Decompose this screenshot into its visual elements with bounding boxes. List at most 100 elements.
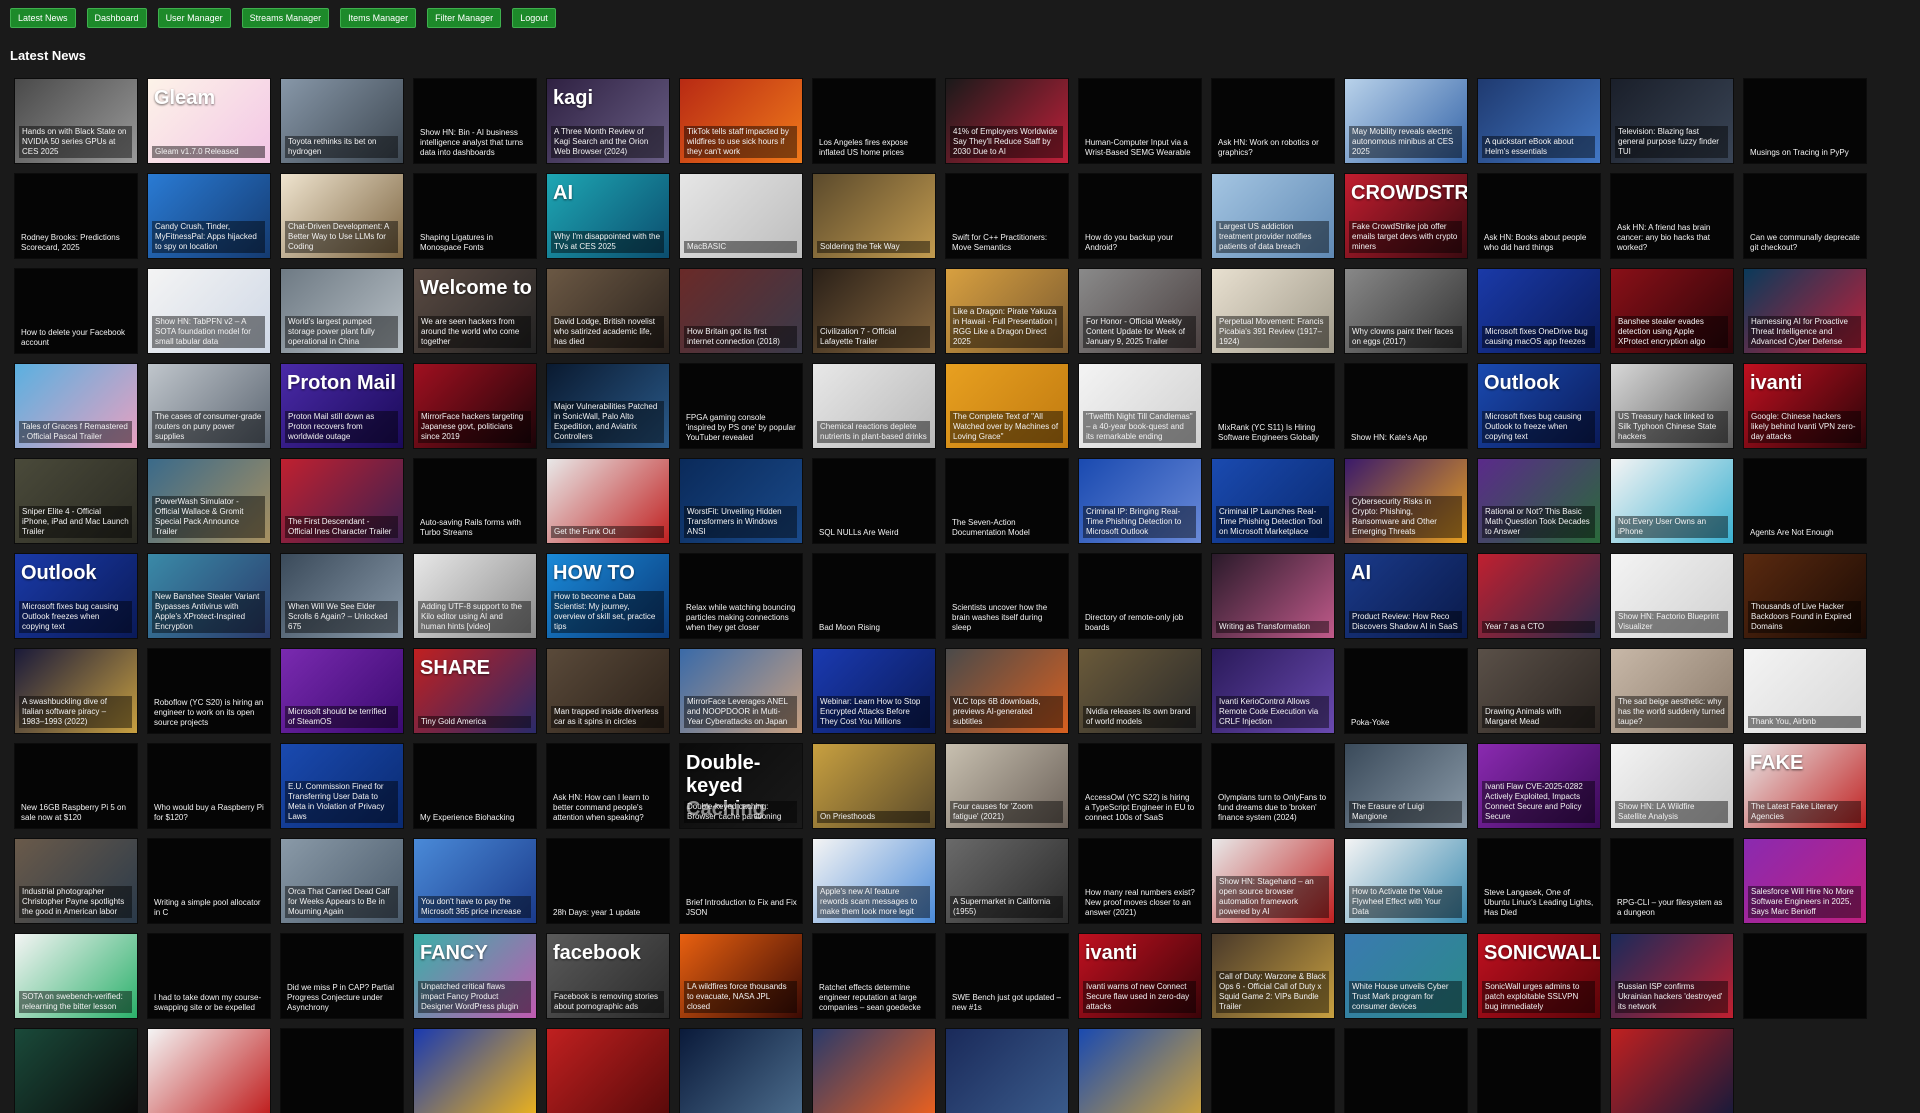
news-card[interactable]: The sad beige aesthetic: why has the wor…	[1610, 648, 1734, 734]
news-card[interactable]: For Honor - Official Weekly Content Upda…	[1078, 268, 1202, 354]
news-card[interactable]	[280, 1028, 404, 1113]
news-card[interactable]: Year 7 as a CTO	[1477, 553, 1601, 639]
news-card[interactable]: SONICWALL SonicWall urges admins to patch…	[1477, 933, 1601, 1019]
news-card[interactable]	[1078, 1028, 1202, 1113]
news-card[interactable]: Bad Moon Rising	[812, 553, 936, 639]
news-card[interactable]: Television: Blazing fast general purpose…	[1610, 78, 1734, 164]
news-card[interactable]: Gleam Gleam v1.7.0 Released	[147, 78, 271, 164]
news-card[interactable]: kagi A Three Month Review of Kagi Search …	[546, 78, 670, 164]
news-card[interactable]: Largest US addiction treatment provider …	[1211, 173, 1335, 259]
news-card[interactable]: Call of Duty: Warzone & Black Ops 6 - Of…	[1211, 933, 1335, 1019]
nav-user-manager-button[interactable]: User Manager	[157, 8, 231, 28]
news-card[interactable]: Four causes for 'Zoom fatigue' (2021)	[945, 743, 1069, 829]
news-card[interactable]: Adding UTF-8 support to the Kilo editor …	[413, 553, 537, 639]
news-card[interactable]: White House unveils Cyber Trust Mark pro…	[1344, 933, 1468, 1019]
news-card[interactable]: Russian ISP confirms Ukrainian hackers '…	[1610, 933, 1734, 1019]
news-card[interactable]: Steve Langasek, One of Ubuntu Linux's Le…	[1477, 838, 1601, 924]
news-card[interactable]	[413, 1028, 537, 1113]
news-card[interactable]: Show HN: Stagehand – an open source brow…	[1211, 838, 1335, 924]
news-card[interactable]	[1743, 933, 1867, 1019]
news-card[interactable]: VLC tops 6B downloads, previews AI-gener…	[945, 648, 1069, 734]
news-card[interactable]: Writing a simple pool allocator in C	[147, 838, 271, 924]
news-card[interactable]: Microsoft should be terrified of SteamOS	[280, 648, 404, 734]
news-card[interactable]: World's largest pumped storage power pla…	[280, 268, 404, 354]
news-card[interactable]: How Britain got its first internet conne…	[679, 268, 803, 354]
news-card[interactable]: The Erasure of Luigi Mangione	[1344, 743, 1468, 829]
news-card[interactable]: Banshee stealer evades detection using A…	[1610, 268, 1734, 354]
news-card[interactable]: Agents Are Not Enough	[1743, 458, 1867, 544]
news-card[interactable]: Sniper Elite 4 - Official iPhone, iPad a…	[14, 458, 138, 544]
news-card[interactable]: TikTok tells staff impacted by wildfires…	[679, 78, 803, 164]
news-card[interactable]: Ivanti Flaw CVE-2025-0282 Actively Explo…	[1477, 743, 1601, 829]
news-card[interactable]: You don't have to pay the Microsoft 365 …	[413, 838, 537, 924]
news-card[interactable]: Harnessing AI for Proactive Threat Intel…	[1743, 268, 1867, 354]
news-card[interactable]: US Treasury hack linked to Silk Typhoon …	[1610, 363, 1734, 449]
news-card[interactable]: 28h Days: year 1 update	[546, 838, 670, 924]
news-card[interactable]: Hands on with Black State on NVIDIA 50 s…	[14, 78, 138, 164]
news-card[interactable]: PowerWash Simulator - Official Wallace &…	[147, 458, 271, 544]
news-card[interactable]: Orca That Carried Dead Calf for Weeks Ap…	[280, 838, 404, 924]
news-card[interactable]: Relax while watching bouncing particles …	[679, 553, 803, 639]
news-card[interactable]: Did we miss P in CAP? Partial Progress C…	[280, 933, 404, 1019]
news-card[interactable]: Nvidia releases its own brand of world m…	[1078, 648, 1202, 734]
news-card[interactable]: MixRank (YC S11) Is Hiring Software Engi…	[1211, 363, 1335, 449]
news-card[interactable]: E.U. Commission Fined for Transferring U…	[280, 743, 404, 829]
news-card[interactable]: Show HN: TabPFN v2 – A SOTA foundation m…	[147, 268, 271, 354]
news-card[interactable]: A Supermarket in California (1955)	[945, 838, 1069, 924]
news-card[interactable]	[1344, 1028, 1468, 1113]
news-card[interactable]: Ratchet effects determine engineer reput…	[812, 933, 936, 1019]
news-card[interactable]: Can we communally deprecate git checkout…	[1743, 173, 1867, 259]
news-card[interactable]	[1610, 1028, 1734, 1113]
news-card[interactable]	[546, 1028, 670, 1113]
news-card[interactable]: Salesforce Will Hire No More Software En…	[1743, 838, 1867, 924]
news-card[interactable]: Candy Crush, Tinder, MyFitnessPal: Apps …	[147, 173, 271, 259]
news-card[interactable]: Soldering the Tek Way	[812, 173, 936, 259]
news-card[interactable]: Major Vulnerabilities Patched in SonicWa…	[546, 363, 670, 449]
news-card[interactable]: FAKE The Latest Fake Literary Agencies	[1743, 743, 1867, 829]
news-card[interactable]: SHARE Tiny Gold America	[413, 648, 537, 734]
news-card[interactable]: Toyota rethinks its bet on hydrogen	[280, 78, 404, 164]
news-card[interactable]: Drawing Animals with Margaret Mead	[1477, 648, 1601, 734]
news-card[interactable]: Civilization 7 - Official Lafayette Trai…	[812, 268, 936, 354]
news-card[interactable]: facebook Facebook is removing stories abo…	[546, 933, 670, 1019]
news-card[interactable]: ivanti Ivanti warns of new Connect Secure…	[1078, 933, 1202, 1019]
news-card[interactable]: Tales of Graces f Remastered - Official …	[14, 363, 138, 449]
news-card[interactable]: Thousands of Live Hacker Backdoors Found…	[1743, 553, 1867, 639]
news-card[interactable]: Why clowns paint their faces on eggs (20…	[1344, 268, 1468, 354]
news-card[interactable]: My Experience Biohacking	[413, 743, 537, 829]
news-card[interactable]: Ask HN: Work on robotics or graphics?	[1211, 78, 1335, 164]
news-card[interactable]: Ivanti KerioControl Allows Remote Code E…	[1211, 648, 1335, 734]
news-card[interactable]: Apple's new AI feature rewords scam mess…	[812, 838, 936, 924]
news-card[interactable]: FPGA gaming console 'inspired by PS one'…	[679, 363, 803, 449]
news-card[interactable]: Double-keyed Caching Double-keyed caching…	[679, 743, 803, 829]
news-card[interactable]: The Seven-Action Documentation Model	[945, 458, 1069, 544]
news-card[interactable]	[679, 1028, 803, 1113]
news-card[interactable]: Not Every User Owns an iPhone	[1610, 458, 1734, 544]
news-card[interactable]: SOTA on swebench-verified: relearning th…	[14, 933, 138, 1019]
news-card[interactable]: Los Angeles fires expose inflated US hom…	[812, 78, 936, 164]
news-card[interactable]: How do you backup your Android?	[1078, 173, 1202, 259]
news-card[interactable]: Shaping Ligatures in Monospace Fonts	[413, 173, 537, 259]
news-card[interactable]: Industrial photographer Christopher Payn…	[14, 838, 138, 924]
news-card[interactable]: The First Descendant - Official Ines Cha…	[280, 458, 404, 544]
news-card[interactable]: When Will We See Elder Scrolls 6 Again? …	[280, 553, 404, 639]
news-card[interactable]: I had to take down my course-swapping si…	[147, 933, 271, 1019]
news-card[interactable]: Directory of remote-only job boards	[1078, 553, 1202, 639]
news-card[interactable]: Show HN: Bin - AI business intelligence …	[413, 78, 537, 164]
news-card[interactable]: How to Activate the Value Flywheel Effec…	[1344, 838, 1468, 924]
news-card[interactable]: WorstFit: Unveiling Hidden Transformers …	[679, 458, 803, 544]
news-card[interactable]: May Mobility reveals electric autonomous…	[1344, 78, 1468, 164]
news-card[interactable]: Show HN: LA Wildfire Satellite Analysis	[1610, 743, 1734, 829]
news-card[interactable]: Get the Funk Out	[546, 458, 670, 544]
news-card[interactable]: Outlook Microsoft fixes bug causing Outlo…	[1477, 363, 1601, 449]
news-card[interactable]: LA wildfires force thousands to evacuate…	[679, 933, 803, 1019]
news-card[interactable]: Show HN: Kate's App	[1344, 363, 1468, 449]
news-card[interactable]: Perpetual Movement: Francis Picabia's 39…	[1211, 268, 1335, 354]
news-card[interactable]: Chemical reactions deplete nutrients in …	[812, 363, 936, 449]
news-card[interactable]: Thank You, Airbnb	[1743, 648, 1867, 734]
news-card[interactable]: Welcome to We are seen hackers from aroun…	[413, 268, 537, 354]
news-card[interactable]: Ask HN: Books about people who did hard …	[1477, 173, 1601, 259]
nav-streams-manager-button[interactable]: Streams Manager	[241, 8, 330, 28]
news-card[interactable]: RPG-CLI – your filesystem as a dungeon	[1610, 838, 1734, 924]
news-card[interactable]: David Lodge, British novelist who satiri…	[546, 268, 670, 354]
